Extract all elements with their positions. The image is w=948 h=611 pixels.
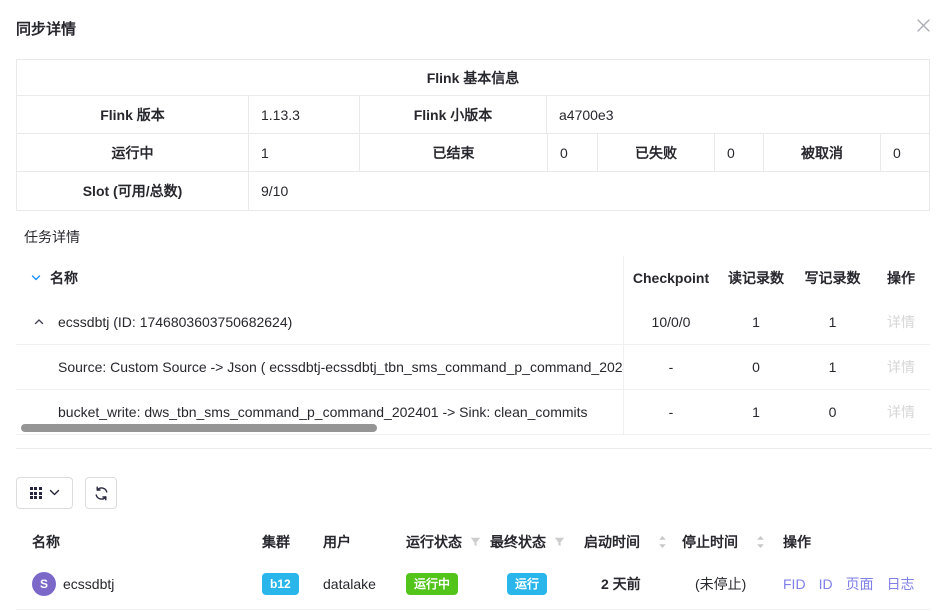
task-detail-link[interactable]: 详情	[887, 357, 915, 377]
chevron-down-icon	[49, 489, 60, 497]
expand-all-chevron-down-icon[interactable]	[30, 272, 42, 284]
finished-label: 已结束	[360, 134, 548, 171]
col-read-records: 读记录数	[718, 256, 794, 300]
job-name: ecssdbtj	[63, 576, 114, 592]
task-name: Source: Custom Source -> Json ( ecssdbtj…	[58, 359, 623, 375]
task-detail-link[interactable]: 详情	[887, 402, 915, 422]
task-checkpoint: 10/0/0	[624, 300, 718, 344]
col-name: 名称	[32, 532, 60, 552]
col-cluster: 集群	[262, 532, 290, 552]
col-final-status: 最终状态	[490, 532, 546, 552]
flink-minor-label: Flink 小版本	[360, 96, 547, 133]
task-row-parent: ecssdbtj (ID: 1746803603750682624) 10/0/…	[16, 300, 930, 345]
flink-info-title: Flink 基本信息	[17, 60, 929, 96]
refresh-button[interactable]	[85, 477, 117, 509]
jobs-table: 名称 集群 用户 运行状态 最终状态 启动时间 停止时间	[16, 526, 930, 610]
flink-minor-value: a4700e3	[547, 96, 929, 133]
task-name: ecssdbtj (ID: 1746803603750682624)	[58, 314, 292, 330]
job-user: datalake	[323, 576, 376, 592]
page-title: 同步详情	[16, 18, 932, 39]
task-row-child: Source: Custom Source -> Json ( ecssdbtj…	[16, 345, 930, 390]
flink-info-row-status: 运行中 1 已结束 0 已失败 0 被取消 0	[17, 134, 929, 172]
task-read-count: 1	[718, 300, 794, 344]
job-row: S ecssdbtj b12 datalake 运行中 运行 2 天前 (未停止…	[16, 558, 930, 610]
task-read-count: 0	[718, 345, 794, 389]
avatar: S	[32, 572, 56, 596]
sorter-icon[interactable]	[658, 535, 667, 549]
sorter-icon[interactable]	[756, 535, 765, 549]
flink-info-table: Flink 基本信息 Flink 版本 1.13.3 Flink 小版本 a47…	[16, 59, 930, 211]
id-link[interactable]: ID	[819, 576, 833, 592]
column-settings-button[interactable]	[16, 477, 73, 509]
col-user: 用户	[323, 532, 351, 552]
final-status-badge: 运行	[507, 573, 547, 595]
close-button[interactable]	[914, 16, 932, 34]
task-write-count: 1	[794, 300, 871, 344]
task-section-title: 任务详情	[24, 227, 924, 247]
flink-info-row-version: Flink 版本 1.13.3 Flink 小版本 a4700e3	[17, 96, 929, 134]
refresh-icon	[94, 486, 109, 501]
page-link[interactable]: 页面	[846, 574, 874, 594]
jobs-table-header: 名称 集群 用户 运行状态 最终状态 启动时间 停止时间	[16, 526, 930, 558]
running-value: 1	[249, 134, 360, 171]
task-name: bucket_write: dws_tbn_sms_command_p_comm…	[58, 404, 588, 420]
canceled-label: 被取消	[764, 134, 881, 171]
log-link[interactable]: 日志	[887, 574, 915, 594]
col-run-status: 运行状态	[406, 532, 462, 552]
flink-version-label: Flink 版本	[17, 96, 249, 133]
run-status-badge: 运行中	[406, 573, 458, 595]
task-table: 名称 Checkpoint 读记录数 写记录数 操作 ecssdbtj (ID:…	[16, 256, 930, 435]
cluster-badge: b12	[262, 573, 299, 595]
task-write-count: 1	[794, 345, 871, 389]
col-write-records: 写记录数	[794, 256, 871, 300]
col-name: 名称	[50, 268, 78, 288]
drawer-header: 同步详情	[0, 0, 948, 39]
col-action: 操作	[783, 532, 811, 552]
col-stop-time: 停止时间	[682, 532, 738, 552]
stop-time: (未停止)	[695, 574, 746, 594]
col-checkpoint: Checkpoint	[624, 256, 718, 300]
flink-version-value: 1.13.3	[249, 96, 360, 133]
flink-info-row-slot: Slot (可用/总数) 9/10	[17, 172, 929, 210]
col-action: 操作	[871, 256, 931, 300]
collapse-row-chevron-up-icon[interactable]	[33, 316, 45, 328]
task-checkpoint: -	[624, 345, 718, 389]
start-time: 2 天前	[601, 574, 641, 594]
toolbar	[16, 477, 932, 509]
slot-label: Slot (可用/总数)	[17, 172, 249, 210]
close-icon	[916, 18, 931, 33]
finished-value: 0	[548, 134, 598, 171]
col-start-time: 启动时间	[584, 532, 640, 552]
task-table-header: 名称 Checkpoint 读记录数 写记录数 操作	[16, 256, 930, 300]
slot-value: 9/10	[249, 172, 929, 210]
horizontal-scrollbar[interactable]	[21, 424, 377, 432]
running-label: 运行中	[17, 134, 249, 171]
canceled-value: 0	[881, 134, 929, 171]
task-detail-link[interactable]: 详情	[887, 312, 915, 332]
failed-label: 已失败	[598, 134, 715, 171]
filter-icon[interactable]	[554, 537, 565, 547]
fid-link[interactable]: FID	[783, 576, 806, 592]
filter-icon[interactable]	[470, 537, 481, 547]
grid-icon	[30, 487, 42, 499]
task-read-count: 1	[718, 390, 794, 434]
section-divider	[16, 448, 932, 449]
failed-value: 0	[715, 134, 764, 171]
task-checkpoint: -	[624, 390, 718, 434]
task-write-count: 0	[794, 390, 871, 434]
